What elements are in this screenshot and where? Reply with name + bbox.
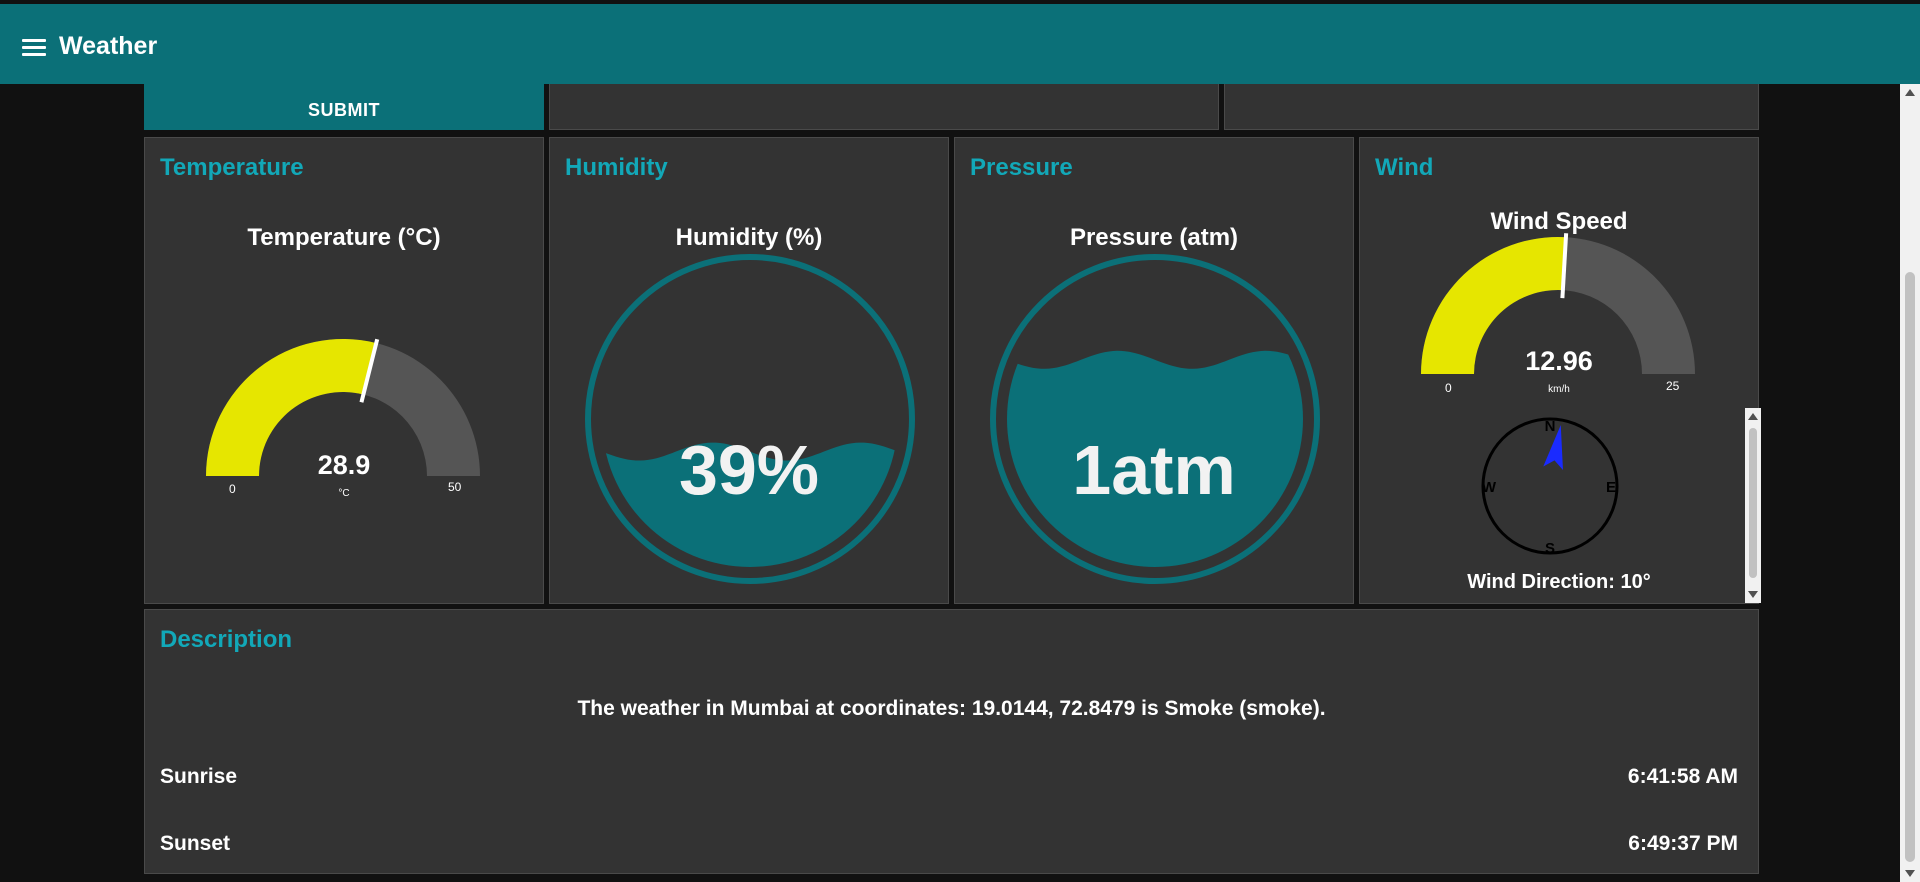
pressure-card: Pressure Pressure (atm) 1atm	[954, 137, 1354, 604]
description-card: Description The weather in Mumbai at coo…	[144, 609, 1759, 874]
wind-compass: N E S W	[1481, 417, 1619, 557]
submit-button[interactable]: SUBMIT	[144, 78, 544, 130]
wind-speed-unit: km/h	[1548, 384, 1570, 395]
wind-speed-value: 12.96	[1525, 346, 1593, 376]
wind-speed-max-label: 25	[1666, 379, 1680, 393]
pressure-liquid-gauge	[990, 254, 1320, 584]
compass-west: W	[1482, 479, 1497, 496]
weather-description-text: The weather in Mumbai at coordinates: 19…	[577, 697, 1326, 720]
description-card-title: Description	[160, 626, 293, 653]
page-scroll-up-arrow-icon[interactable]	[1905, 89, 1915, 96]
scroll-down-arrow-icon[interactable]	[1748, 591, 1758, 598]
temperature-value: 28.9	[317, 450, 371, 480]
sunrise-value: 6:41:58 AM	[1627, 765, 1738, 788]
app-bar: Weather	[0, 4, 1920, 84]
page-scroll-thumb[interactable]	[1905, 272, 1915, 862]
humidity-value: 39%	[678, 431, 820, 509]
compass-south: S	[1545, 540, 1555, 557]
page-scrollbar[interactable]	[1900, 84, 1920, 882]
compass-north: N	[1545, 418, 1556, 435]
wind-card: Wind Wind Speed 12.96 km/h 0 25 N E S W …	[1359, 137, 1761, 604]
partial-card-middle	[549, 78, 1219, 130]
wind-speed-min-label: 0	[1445, 381, 1452, 395]
compass-east: E	[1606, 479, 1616, 496]
humidity-card: Humidity Humidity (%) 39%	[549, 137, 949, 604]
sunset-label: Sunset	[160, 832, 231, 855]
pressure-value: 1atm	[1072, 431, 1236, 509]
temperature-card: Temperature Temperature (°C) 28.9 °C 0 5…	[144, 137, 544, 604]
page-scroll-down-arrow-icon[interactable]	[1905, 870, 1915, 877]
temperature-max-label: 50	[448, 480, 462, 494]
temperature-gauge	[206, 338, 480, 476]
humidity-liquid-gauge	[585, 254, 915, 584]
sunset-value: 6:49:37 PM	[1628, 832, 1738, 855]
partial-card-right	[1224, 78, 1759, 130]
sunrise-label: Sunrise	[160, 765, 238, 788]
wind-direction-label: Wind Direction: 10°	[1467, 571, 1651, 593]
wind-card-scroll-thumb[interactable]	[1749, 428, 1757, 578]
app-title: Weather	[59, 32, 158, 60]
wind-card-scrollbar[interactable]	[1745, 408, 1761, 603]
compass-ring	[1481, 417, 1619, 555]
temperature-min-label: 0	[229, 482, 236, 496]
scroll-up-arrow-icon[interactable]	[1748, 413, 1758, 420]
temperature-unit: °C	[338, 488, 350, 499]
hamburger-menu-icon[interactable]	[22, 39, 46, 57]
